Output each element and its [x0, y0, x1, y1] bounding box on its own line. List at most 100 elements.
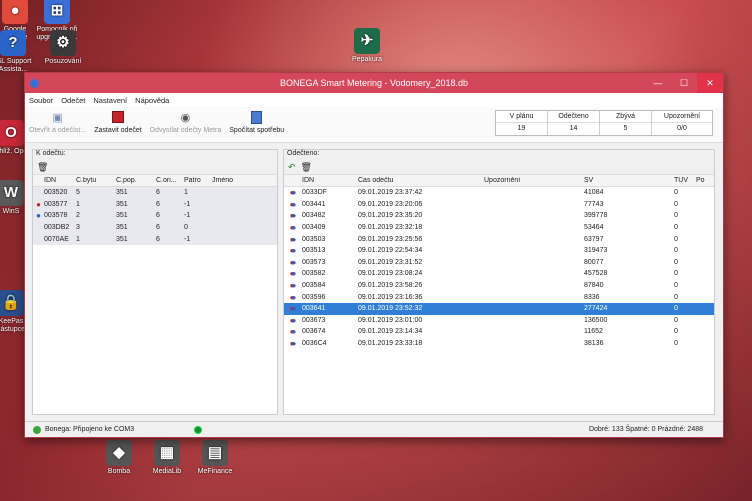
connection-status: Bonega: Připojeno ke COM3: [45, 426, 135, 433]
table-row[interactable]: ●● 003596 09.01.2019 23:16:36 8336 0: [284, 291, 714, 303]
desktop-icon-label: Posuzování: [44, 58, 82, 65]
table-cell: 003482: [302, 212, 326, 220]
column-header: Po: [696, 177, 705, 184]
window-title: BONEGA Smart Metering - Vodomery_2018.db: [279, 78, 469, 88]
column-header: Č.pop.: [116, 177, 137, 184]
table-row[interactable]: ●● 003409 09.01.2019 23:32:18 53464 0: [284, 222, 714, 234]
meter-drop-icon: ●●: [289, 257, 297, 267]
table-cell: 0: [674, 305, 678, 313]
table-row[interactable]: ●● 0036C4 09.01.2019 23:33:18 38136 0: [284, 338, 714, 350]
menu-napoveda[interactable]: Nápověda: [135, 96, 169, 105]
table-cell: 0: [674, 340, 678, 348]
table-row[interactable]: ●● 003584 09.01.2019 23:58:26 87840 0: [284, 280, 714, 292]
meter-drop-icon: ●●: [289, 188, 297, 198]
table-cell: 003584: [302, 282, 326, 290]
table-row[interactable]: 003DB2 3 351 6 0: [33, 221, 277, 234]
table-cell: 09.01.2019 23:01:00: [358, 316, 423, 324]
table-row[interactable]: ● 003577 1 351 6 -1: [33, 198, 277, 211]
undo-icon[interactable]: ↶: [288, 162, 296, 173]
meter-drop-icon: ●●: [289, 292, 297, 302]
table-cell: 8336: [584, 293, 600, 301]
to-read-tools: 🗑: [33, 161, 277, 175]
table-row[interactable]: ●● 003573 09.01.2019 23:31:52 80077 0: [284, 257, 714, 269]
table-row[interactable]: ●● 0033DF 09.01.2019 23:37:42 41084 0: [284, 187, 714, 199]
table-row[interactable]: ●● 003503 09.01.2019 23:25:56 63797 0: [284, 233, 714, 245]
start-reading-button[interactable]: ▣ Otevřít a odečíst...: [25, 107, 90, 135]
desktop-icon[interactable]: ?ISL Support Assista...: [0, 30, 36, 74]
column-header: IDN: [302, 177, 315, 184]
delete-icon[interactable]: 🗑: [37, 162, 48, 173]
stop-icon: [111, 110, 125, 124]
menu-nastaveni[interactable]: Nastavení: [93, 96, 127, 105]
table-cell: -1: [184, 200, 191, 208]
stat-warnings: Upozornění 0/0: [652, 111, 712, 135]
meter-drop-icon: ●●: [289, 315, 297, 325]
app-shortcut-icon: ◆: [106, 440, 132, 466]
stop-reading-button[interactable]: Zastavit odečet: [90, 107, 145, 134]
table-row[interactable]: 003520 5 351 6 1: [33, 187, 277, 199]
read-title: Odečteno:: [284, 150, 714, 161]
desktop-icon[interactable]: ⚙ Posuzování: [40, 30, 86, 66]
table-cell: 0033DF: [302, 189, 327, 197]
table-cell: 003596: [302, 293, 326, 301]
app-shortcut-icon: ⊞: [44, 0, 70, 24]
table-cell: 003674: [302, 328, 326, 336]
calculate-consumption-button[interactable]: Spočítat spotřebu: [225, 107, 288, 134]
table-cell: 1: [184, 189, 188, 197]
table-row[interactable]: 0070AE 1 351 6 -1: [33, 233, 277, 245]
menu-odecet[interactable]: Odečet: [61, 96, 85, 105]
table-row[interactable]: ●● 003482 09.01.2019 23:35:20 399778 0: [284, 210, 714, 222]
meter-drop-icon: ●: [36, 211, 41, 221]
status-bar: Bonega: Připojeno ke COM3 Dobré: 133 Špa…: [25, 421, 723, 437]
table-row[interactable]: ●● 003441 09.01.2019 23:20:06 77743 0: [284, 199, 714, 211]
table-cell: 351: [116, 212, 128, 220]
maximize-button[interactable]: ☐: [671, 73, 697, 93]
delete-icon[interactable]: 🗑: [301, 162, 312, 173]
desktop-icon-label: MeFinance: [197, 468, 233, 475]
activity-indicator-icon: [194, 425, 203, 434]
table-cell: 0: [674, 293, 678, 301]
table-cell: 0: [674, 316, 678, 324]
table-cell: 0: [674, 200, 678, 208]
column-header: Č.ori...: [156, 177, 177, 184]
table-row[interactable]: ● 003578 2 351 6 -1: [33, 210, 277, 222]
close-button[interactable]: ✕: [697, 73, 723, 93]
desktop-icon[interactable]: ✈ Pepakura: [344, 28, 390, 64]
meter-drop-icon: ●●: [289, 281, 297, 291]
start-reading-label: Otevřít a odečíst...: [29, 127, 87, 134]
table-row[interactable]: ●● 003641 09.01.2019 23:52:32 277424 0: [284, 302, 714, 315]
to-read-grid: IDN Č.bytu Č.pop. Č.ori... Patro Jméno 003520 5…: [33, 175, 277, 245]
table-row[interactable]: ●● 003674 09.01.2019 23:14:34 11652 0: [284, 326, 714, 338]
table-cell: 003577: [44, 200, 68, 208]
title-bar[interactable]: BONEGA Smart Metering - Vodomery_2018.db…: [25, 73, 723, 93]
desktop-icon[interactable]: ▦ MediaLib: [144, 440, 190, 476]
column-header: SV: [584, 177, 594, 184]
meter-drop-icon: ●●: [289, 223, 297, 233]
send-readings-button[interactable]: ◉ Odvysílat odečty Metra: [146, 107, 226, 135]
table-cell: 0: [674, 258, 678, 266]
desktop-icon[interactable]: ▤ MeFinance: [192, 440, 238, 476]
table-cell: 351: [116, 224, 128, 232]
table-cell: -1: [184, 212, 191, 220]
table-row[interactable]: ●● 003673 09.01.2019 23:01:00 136500 0: [284, 315, 714, 327]
table-cell: 0: [674, 224, 678, 232]
column-header: Patro: [184, 177, 201, 184]
table-cell: 09.01.2019 23:33:18: [358, 340, 423, 348]
desktop-icon[interactable]: ◆ Bomba: [96, 440, 142, 476]
window-controls: — ☐ ✕: [645, 73, 723, 93]
app-shortcut-icon: ●: [2, 0, 28, 24]
minimize-button[interactable]: —: [645, 73, 671, 93]
meter-drop-icon: ●: [36, 199, 41, 209]
antenna-icon: ◉: [180, 111, 191, 124]
menu-soubor[interactable]: Soubor: [29, 96, 53, 105]
table-cell: 09.01.2019 23:58:26: [358, 282, 423, 290]
column-header: Čas odečtu: [358, 177, 394, 184]
table-row[interactable]: ●● 003513 09.01.2019 22:54:34 319473 0: [284, 245, 714, 257]
table-cell: 003513: [302, 247, 326, 255]
column-header: TUV: [674, 177, 688, 184]
table-cell: 0: [674, 189, 678, 197]
table-cell: 6: [156, 200, 160, 208]
table-cell: 0: [674, 282, 678, 290]
table-cell: 09.01.2019 23:08:24: [358, 270, 423, 278]
table-row[interactable]: ●● 003582 09.01.2019 23:08:24 457528 0: [284, 268, 714, 280]
